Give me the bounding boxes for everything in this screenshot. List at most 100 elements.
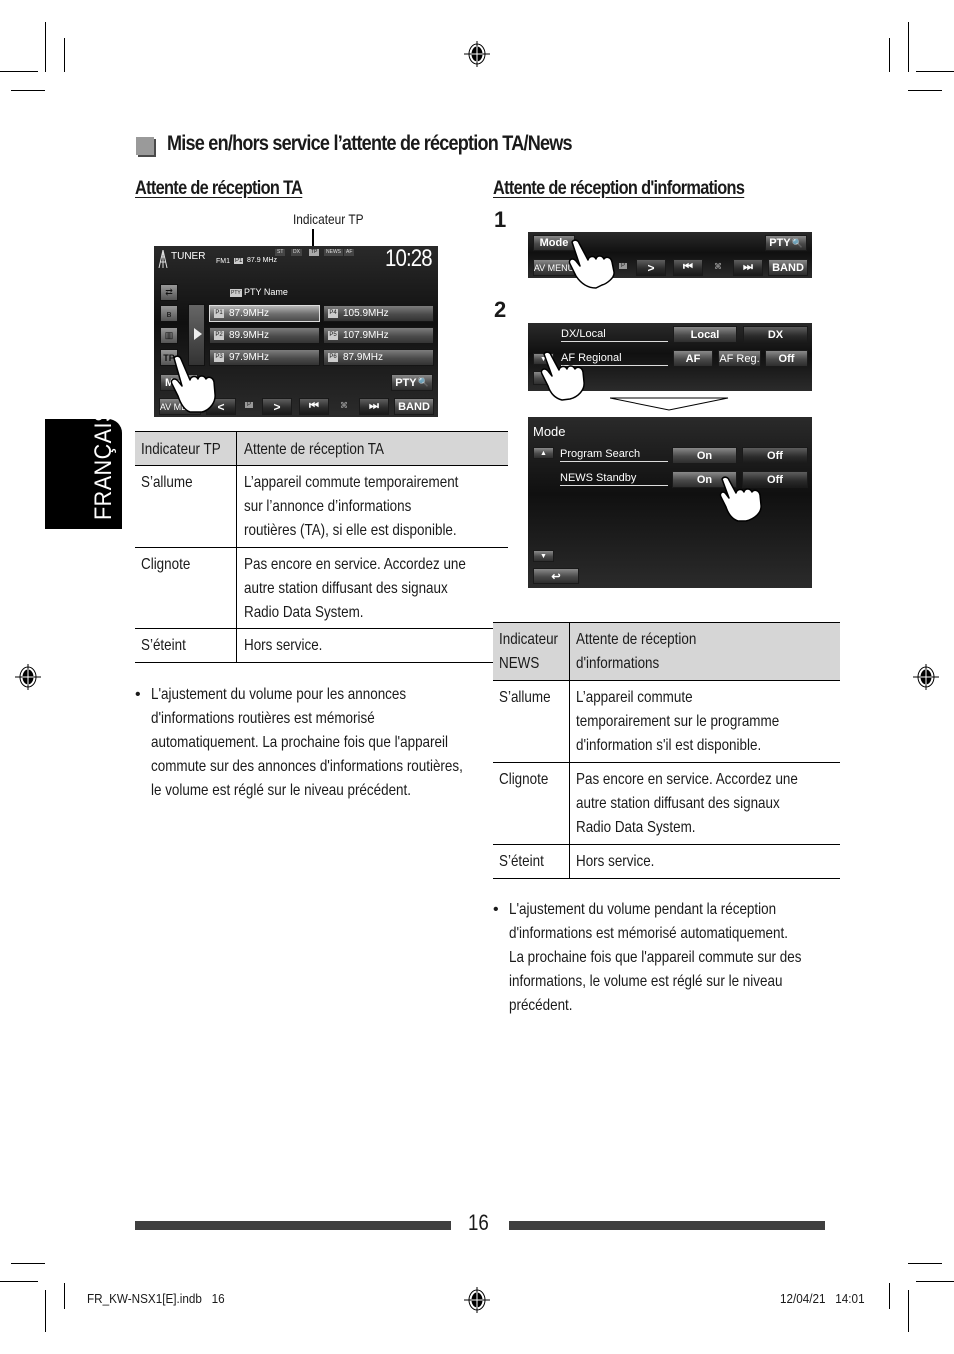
registration-mark-icon [15, 664, 41, 690]
crop-mark [908, 22, 909, 72]
dx-option-button[interactable]: DX [743, 326, 808, 343]
skip-back-button[interactable]: ⏮ [673, 259, 703, 276]
crop-mark [45, 1290, 46, 1332]
play-arrow-icon [194, 328, 202, 340]
note-line: d'informations routières est mémorisé [151, 710, 375, 727]
pointing-hand-icon [568, 239, 615, 289]
note-line: le volume est réglé sur le niveau précéd… [151, 782, 411, 799]
tuner-source-label: TUNER [171, 251, 206, 262]
skip-forward-button[interactable]: ⏭ [733, 259, 763, 276]
skip-forward-icon: ⏭ [369, 400, 379, 412]
crop-mark [908, 90, 942, 91]
section-bullet-icon [136, 137, 154, 155]
language-tab-label: FRANÇAIS [90, 407, 117, 520]
table-header-row: Indicateur NEWS Attente de réception d'i… [493, 622, 841, 681]
preset-button-3[interactable]: P3 97.9MHz [209, 349, 320, 366]
preset-button-4[interactable]: P4 105.9MHz [323, 305, 434, 322]
crop-mark [64, 38, 65, 72]
note-line: commute sur des annonces d'informations … [151, 758, 463, 775]
antenna-icon [158, 250, 168, 268]
table-header: Attente de réception TA [236, 431, 509, 466]
registration-mark-icon [464, 1287, 490, 1313]
dx-local-label: DX/Local [561, 328, 668, 342]
crop-mark [11, 90, 45, 91]
note-line: automatiquement. La prochaine fois que l… [151, 734, 448, 751]
crop-mark [64, 1283, 65, 1309]
left-subtitle: Attente de réception TA [135, 178, 303, 199]
scan-icon: ⌘ [340, 401, 348, 410]
band-button[interactable]: BAND [768, 259, 808, 276]
file-slug: FR_KW-NSX1[E].indb 16 [87, 1291, 225, 1306]
pointing-hand-icon [719, 476, 762, 522]
program-search-off-button[interactable]: Off [742, 447, 808, 464]
preset-button-2[interactable]: P2 89.9MHz [209, 327, 320, 344]
source-switch-icon[interactable]: ⇄ [160, 284, 178, 301]
search-icon: 🔍 [791, 237, 803, 248]
table-row: Clignote Pas encore en service. Accordez… [135, 547, 509, 629]
preset-button-6[interactable]: P6 87.9MHz [323, 349, 434, 366]
indicator-af: AF [344, 249, 355, 256]
page-number: 16 [468, 1210, 489, 1235]
bullet: • [135, 686, 141, 703]
back-arrow-icon: ↩ [551, 570, 561, 583]
crop-mark [889, 1283, 890, 1309]
band-button[interactable]: BAND [394, 398, 434, 415]
skip-back-icon: ⏮ [683, 261, 693, 273]
right-subtitle: Attente de réception d'informations [493, 178, 745, 199]
af-option-button[interactable]: AF [673, 350, 713, 367]
scroll-down-button[interactable]: ▼ [533, 550, 554, 562]
table-row: S’allume L’appareil commute temporaireme… [493, 680, 841, 763]
crop-mark [45, 22, 46, 72]
p-icon: P [245, 402, 254, 408]
p-icon: P [619, 263, 628, 269]
preset-button-5[interactable]: P5 107.9MHz [323, 327, 434, 344]
bluetooth-icon[interactable]: ʙ [160, 305, 178, 322]
indicator-dx: DX [291, 249, 302, 256]
scroll-up-button[interactable]: ▲ [533, 447, 554, 459]
news-standby-label: NEWS Standby [560, 472, 668, 486]
note-line: L'ajustement du volume pour les annonces [151, 686, 407, 703]
crop-mark [916, 71, 954, 72]
note-line: informations, le volume est réglé sur le… [509, 973, 783, 990]
program-search-label: Program Search [560, 448, 668, 462]
current-frequency: 87.9 MHz [247, 257, 277, 264]
clock: 10:28 [385, 246, 433, 272]
pty-search-button[interactable]: PTY 🔍 [391, 374, 433, 391]
mode-screen-title: Mode [533, 424, 566, 439]
section-title: Mise en/hors service l’attente de récept… [167, 132, 573, 155]
footer-bar-left [135, 1221, 451, 1230]
pointing-hand-icon [170, 355, 216, 413]
equalizer-icon[interactable]: ▥ [160, 327, 178, 344]
current-preset-badge: P1 [234, 258, 244, 264]
pty-name: PTY Name [244, 287, 288, 297]
pty-search-button[interactable]: PTY 🔍 [765, 235, 807, 251]
crop-mark [11, 1263, 45, 1264]
band-label: FM1 [216, 258, 230, 265]
tp-indicator-callout: Indicateur TP [293, 211, 364, 227]
indicator-tp: TP [309, 249, 320, 256]
note-line: d'informations est mémorisé automatiquem… [509, 925, 788, 942]
transition-arrow-icon [610, 397, 729, 411]
off-option-button[interactable]: Off [765, 350, 808, 367]
bullet: • [493, 901, 499, 918]
next-preset-button[interactable]: > [636, 259, 666, 276]
search-icon: 🔍 [417, 377, 429, 387]
scan-icon: ⌘ [714, 262, 722, 271]
back-button[interactable]: ↩ [533, 568, 579, 584]
step2-screen-b: Mode ▲ Program Search On Off NEWS Standb… [528, 417, 812, 588]
skip-back-button[interactable]: ⏮ [299, 398, 329, 415]
footer-bar-right [509, 1221, 825, 1230]
registration-mark-icon [913, 664, 939, 690]
program-search-on-button[interactable]: On [672, 447, 737, 464]
triangle-up-icon: ▲ [540, 449, 547, 457]
news-indicator-table: Indicateur NEWS Attente de réception d'i… [493, 622, 841, 879]
local-option-button[interactable]: Local [673, 326, 737, 343]
note-line: L'ajustement du volume pendant la récept… [509, 901, 777, 918]
af-reg-option-button[interactable]: AF Reg. [718, 350, 761, 367]
crop-mark [908, 1263, 942, 1264]
table-row: S’éteint Hors service. [135, 628, 509, 663]
preset-button-1[interactable]: P1 87.9MHz [209, 305, 320, 322]
skip-forward-button[interactable]: ⏭ [359, 398, 389, 415]
registration-mark-icon [464, 41, 490, 67]
next-preset-button[interactable]: > [262, 398, 292, 415]
